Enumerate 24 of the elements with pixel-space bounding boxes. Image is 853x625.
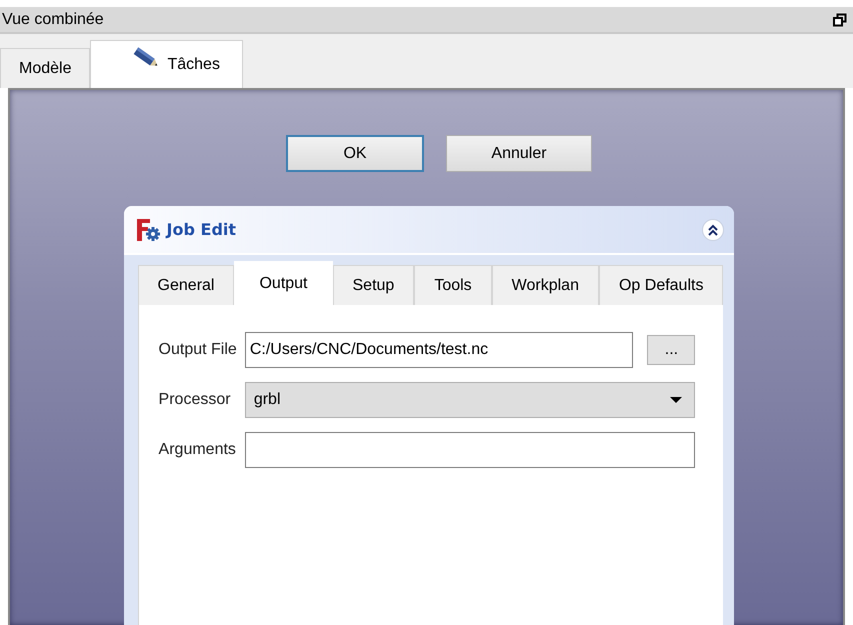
arguments-field[interactable]	[244, 432, 696, 468]
collapse-button[interactable]	[702, 218, 724, 240]
browse-button[interactable]: ...	[647, 335, 696, 365]
tab[interactable]: Tools	[414, 265, 492, 305]
field-label: Processor	[158, 390, 232, 410]
ok-button[interactable]: OK	[286, 135, 424, 172]
field-label: Output File	[158, 340, 237, 360]
tab[interactable]: Op Defaults	[598, 265, 724, 305]
app-logo-icon	[136, 218, 161, 242]
tab[interactable]: Output	[234, 261, 332, 305]
processor-dropdown[interactable]: grbl	[244, 382, 696, 418]
restore-window-icon	[833, 12, 847, 26]
output-file-field[interactable]: C:/Users/CNC/Documents/test.nc	[244, 332, 634, 368]
tab[interactable]: Setup	[332, 265, 414, 305]
tab[interactable]: Workplan	[492, 265, 599, 305]
panel-title: Job Edit	[166, 220, 238, 239]
cancel-button[interactable]: Annuler	[446, 135, 592, 172]
dropdown-arrow-icon	[670, 397, 682, 403]
tab[interactable]: Modèle	[0, 48, 90, 88]
field-label: Arguments	[158, 440, 237, 460]
tab[interactable]: Tâches	[90, 40, 243, 88]
double-chevron-icon	[706, 222, 720, 236]
tab[interactable]: General	[138, 265, 234, 305]
window-title: Vue combinée	[2, 10, 104, 28]
